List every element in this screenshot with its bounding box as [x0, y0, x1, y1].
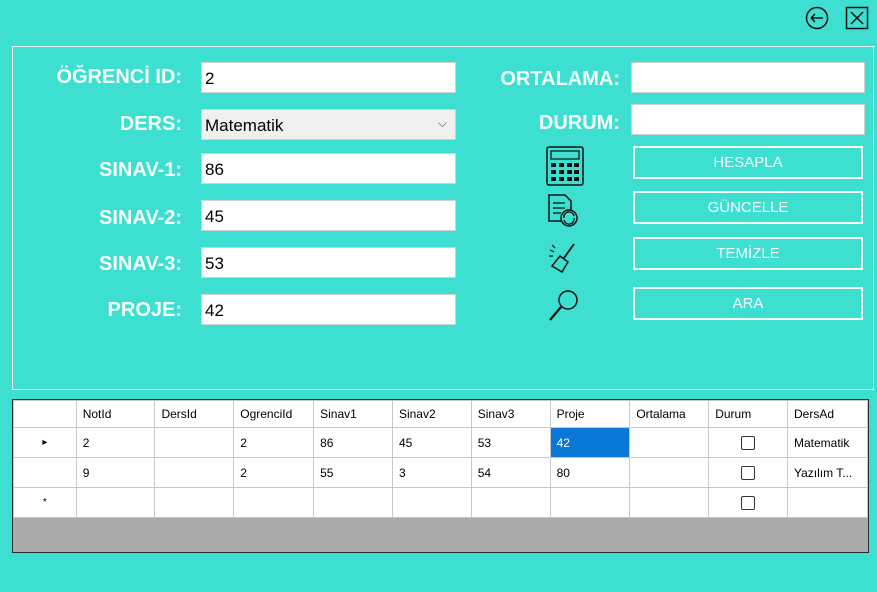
table-cell[interactable]: 3	[391, 457, 472, 488]
table-cell[interactable]: Yazılım T...	[786, 457, 868, 488]
durum-checkbox-cell[interactable]	[708, 457, 788, 488]
ortalama-field[interactable]	[631, 62, 865, 93]
close-button[interactable]	[845, 6, 869, 30]
broom-icon[interactable]	[546, 240, 582, 276]
table-cell[interactable]	[470, 487, 551, 518]
column-header-dersad[interactable]: DersAd	[786, 400, 868, 428]
table-cell[interactable]: Matematik	[786, 427, 868, 458]
table-cell[interactable]	[549, 487, 631, 518]
table-cell[interactable]: 53	[470, 427, 551, 458]
close-icon	[845, 6, 869, 30]
sinav2-field[interactable]: 45	[201, 200, 456, 231]
table-cell[interactable]	[233, 487, 315, 518]
back-button[interactable]	[805, 6, 829, 30]
sinav1-field[interactable]: 86	[201, 153, 456, 184]
ders-select-value: Matematik	[205, 116, 284, 135]
hesapla-button[interactable]: HESAPLA	[633, 146, 863, 179]
durum-checkbox[interactable]	[741, 495, 756, 510]
table-cell[interactable]	[154, 427, 235, 458]
grid-corner-cell[interactable]	[13, 400, 77, 428]
column-header-sinav3[interactable]: Sinav3	[470, 400, 551, 428]
temizle-button[interactable]: TEMİZLE	[633, 237, 863, 270]
table-cell[interactable]: 45	[391, 427, 472, 458]
sinav1-label: SINAV-1:	[99, 159, 182, 181]
table-cell[interactable]	[75, 487, 156, 518]
proje-field[interactable]: 42	[201, 294, 456, 325]
table-row[interactable]: *	[13, 487, 868, 518]
table-cell[interactable]	[313, 487, 393, 518]
table-cell[interactable]	[391, 487, 472, 518]
magnifier-icon[interactable]	[546, 287, 582, 325]
table-cell[interactable]: 55	[313, 457, 393, 488]
guncelle-button[interactable]: GÜNCELLE	[633, 191, 863, 224]
row-header-cell[interactable]: *	[13, 487, 77, 518]
notlar-data-grid[interactable]: NotId DersId OgrenciId Sinav1 Sinav2 Sin…	[12, 399, 869, 553]
table-cell[interactable]	[786, 487, 868, 518]
sinav3-field[interactable]: 53	[201, 247, 456, 278]
column-header-ogrenciid[interactable]: OgrenciId	[233, 400, 315, 428]
table-cell[interactable]: 42	[549, 427, 631, 458]
ortalama-label: ORTALAMA:	[500, 68, 620, 90]
ders-label: DERS:	[119, 113, 182, 135]
durum-field[interactable]	[631, 104, 865, 135]
document-refresh-icon[interactable]	[543, 191, 583, 231]
column-header-sinav2[interactable]: Sinav2	[391, 400, 472, 428]
grid-header-row: NotId DersId OgrenciId Sinav1 Sinav2 Sin…	[13, 400, 868, 428]
column-header-notid[interactable]: NotId	[75, 400, 156, 428]
durum-checkbox-cell[interactable]	[708, 487, 788, 518]
column-header-durum[interactable]: Durum	[708, 400, 788, 428]
ara-button[interactable]: ARA	[633, 287, 863, 320]
durum-label: DURUM:	[538, 112, 620, 134]
sinav3-label: SINAV-3:	[99, 253, 182, 275]
proje-label: PROJE:	[107, 299, 182, 321]
table-cell[interactable]: 9	[75, 457, 156, 488]
ogrenci-id-field[interactable]: 2	[201, 62, 456, 93]
column-header-ortalama[interactable]: Ortalama	[629, 400, 710, 428]
durum-checkbox[interactable]	[741, 435, 756, 450]
back-arrow-icon	[805, 6, 829, 30]
durum-checkbox[interactable]	[741, 465, 756, 480]
table-cell[interactable]: 80	[549, 457, 631, 488]
table-cell[interactable]: 2	[233, 457, 315, 488]
calculator-icon[interactable]	[543, 145, 587, 187]
table-row[interactable]: 9 2 55 3 54 80 Yazılım T...	[13, 457, 868, 488]
ders-select[interactable]: Matematik ⌵	[201, 109, 456, 140]
table-cell[interactable]	[154, 457, 235, 488]
table-cell[interactable]: 54	[470, 457, 551, 488]
table-row[interactable]: ▸ 2 2 86 45 53 42 Matematik	[13, 427, 868, 458]
table-cell[interactable]	[629, 457, 710, 488]
row-header-cell[interactable]: ▸	[13, 427, 77, 458]
grid-table: NotId DersId OgrenciId Sinav1 Sinav2 Sin…	[13, 400, 868, 518]
table-cell[interactable]	[629, 427, 710, 458]
column-header-sinav1[interactable]: Sinav1	[313, 400, 393, 428]
column-header-dersid[interactable]: DersId	[154, 400, 235, 428]
table-cell[interactable]: 2	[75, 427, 156, 458]
sinav2-label: SINAV-2:	[99, 207, 182, 229]
durum-checkbox-cell[interactable]	[708, 427, 788, 458]
table-cell[interactable]	[154, 487, 235, 518]
ogrenci-id-label: ÖĞRENCİ ID:	[56, 66, 182, 88]
chevron-down-icon: ⌵	[437, 116, 447, 130]
row-header-cell[interactable]	[13, 457, 77, 488]
table-cell[interactable]	[629, 487, 710, 518]
table-cell[interactable]: 2	[233, 427, 315, 458]
table-cell[interactable]: 86	[313, 427, 393, 458]
column-header-proje[interactable]: Proje	[549, 400, 631, 428]
